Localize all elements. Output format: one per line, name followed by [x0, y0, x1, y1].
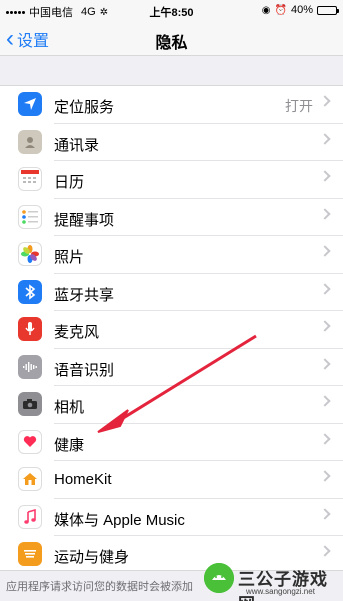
microphone-icon	[18, 317, 42, 341]
page-title: 隐私	[155, 35, 188, 52]
chevron-right-icon	[319, 545, 331, 557]
waveform-icon	[18, 354, 42, 379]
row-location-services[interactable]: 定位服务 打开	[0, 86, 343, 124]
music-note-icon	[18, 504, 42, 529]
heart-icon	[18, 429, 42, 454]
row-homekit[interactable]: HomeKit	[0, 461, 343, 499]
row-camera[interactable]: 相机	[0, 386, 343, 424]
chevron-right-icon	[319, 507, 331, 520]
alarm-icon: ⏰	[274, 4, 287, 16]
android-logo-icon	[204, 563, 234, 593]
chevron-right-icon	[319, 432, 331, 445]
row-speech-recognition[interactable]: 语音识别	[0, 349, 343, 386]
chevron-right-icon	[319, 470, 331, 482]
privacy-list: 定位服务 打开 通讯录 日历 提醒事项 照片 蓝牙共享 麦克风 语音识别 相机 …	[0, 85, 343, 574]
chevron-right-icon	[319, 132, 331, 145]
row-value: 打开	[285, 98, 313, 114]
row-label: 定位服务	[54, 99, 115, 116]
chevron-right-icon	[319, 170, 331, 182]
row-microphone[interactable]: 麦克风	[0, 311, 343, 349]
chevron-right-icon	[319, 357, 331, 370]
chevron-right-icon	[319, 95, 331, 107]
row-reminders[interactable]: 提醒事项	[0, 199, 343, 236]
row-label: 媒体与 Apple Music	[54, 511, 185, 529]
chevron-right-icon	[319, 395, 331, 407]
row-label: 蓝牙共享	[54, 286, 115, 304]
row-label: 相机	[54, 399, 85, 416]
chevron-right-icon	[319, 207, 331, 220]
bluetooth-icon	[18, 279, 42, 304]
battery-percent: 40%	[290, 4, 313, 16]
fitness-icon	[18, 542, 42, 566]
row-label: 麦克风	[54, 324, 100, 341]
watermark: 三公子游戏网 www.sangongzi.net	[204, 561, 339, 601]
row-label: 日历	[54, 174, 85, 191]
camera-icon	[18, 392, 42, 416]
row-label: 通讯录	[54, 136, 100, 154]
footer-note: 应用程序请求访问您的数据时会被添加	[6, 581, 193, 593]
photos-icon	[18, 242, 42, 266]
row-media-apple-music[interactable]: 媒体与 Apple Music	[0, 499, 343, 536]
row-label: 运动与健身	[54, 549, 130, 566]
chevron-right-icon	[319, 282, 331, 295]
chevron-right-icon	[319, 245, 331, 257]
row-photos[interactable]: 照片	[0, 236, 343, 274]
row-contacts[interactable]: 通讯录	[0, 124, 343, 161]
status-right: ◉ ⏰ 40%	[261, 4, 339, 16]
row-health[interactable]: 健康	[0, 424, 343, 461]
row-label: 照片	[54, 249, 85, 266]
row-bluetooth-sharing[interactable]: 蓝牙共享	[0, 274, 343, 311]
chevron-right-icon	[319, 320, 331, 332]
row-label: 提醒事项	[54, 211, 115, 229]
navigation-bar: ‹ 设置 隐私	[0, 22, 343, 56]
status-bar: 中国电信 4G ✲ 上午8:50 ◉ ⏰ 40%	[0, 0, 343, 22]
row-label: HomeKit	[54, 471, 112, 488]
location-arrow-icon	[18, 92, 42, 116]
contacts-icon	[18, 129, 42, 154]
reminders-icon	[18, 204, 42, 229]
orientation-lock-icon: ◉	[261, 4, 271, 16]
row-label: 健康	[54, 436, 85, 454]
battery-icon	[317, 5, 339, 15]
row-label: 语音识别	[54, 361, 115, 379]
watermark-url: www.sangongzi.net	[246, 587, 315, 596]
calendar-icon	[18, 167, 42, 191]
home-icon	[18, 467, 42, 491]
row-calendar[interactable]: 日历	[0, 161, 343, 199]
